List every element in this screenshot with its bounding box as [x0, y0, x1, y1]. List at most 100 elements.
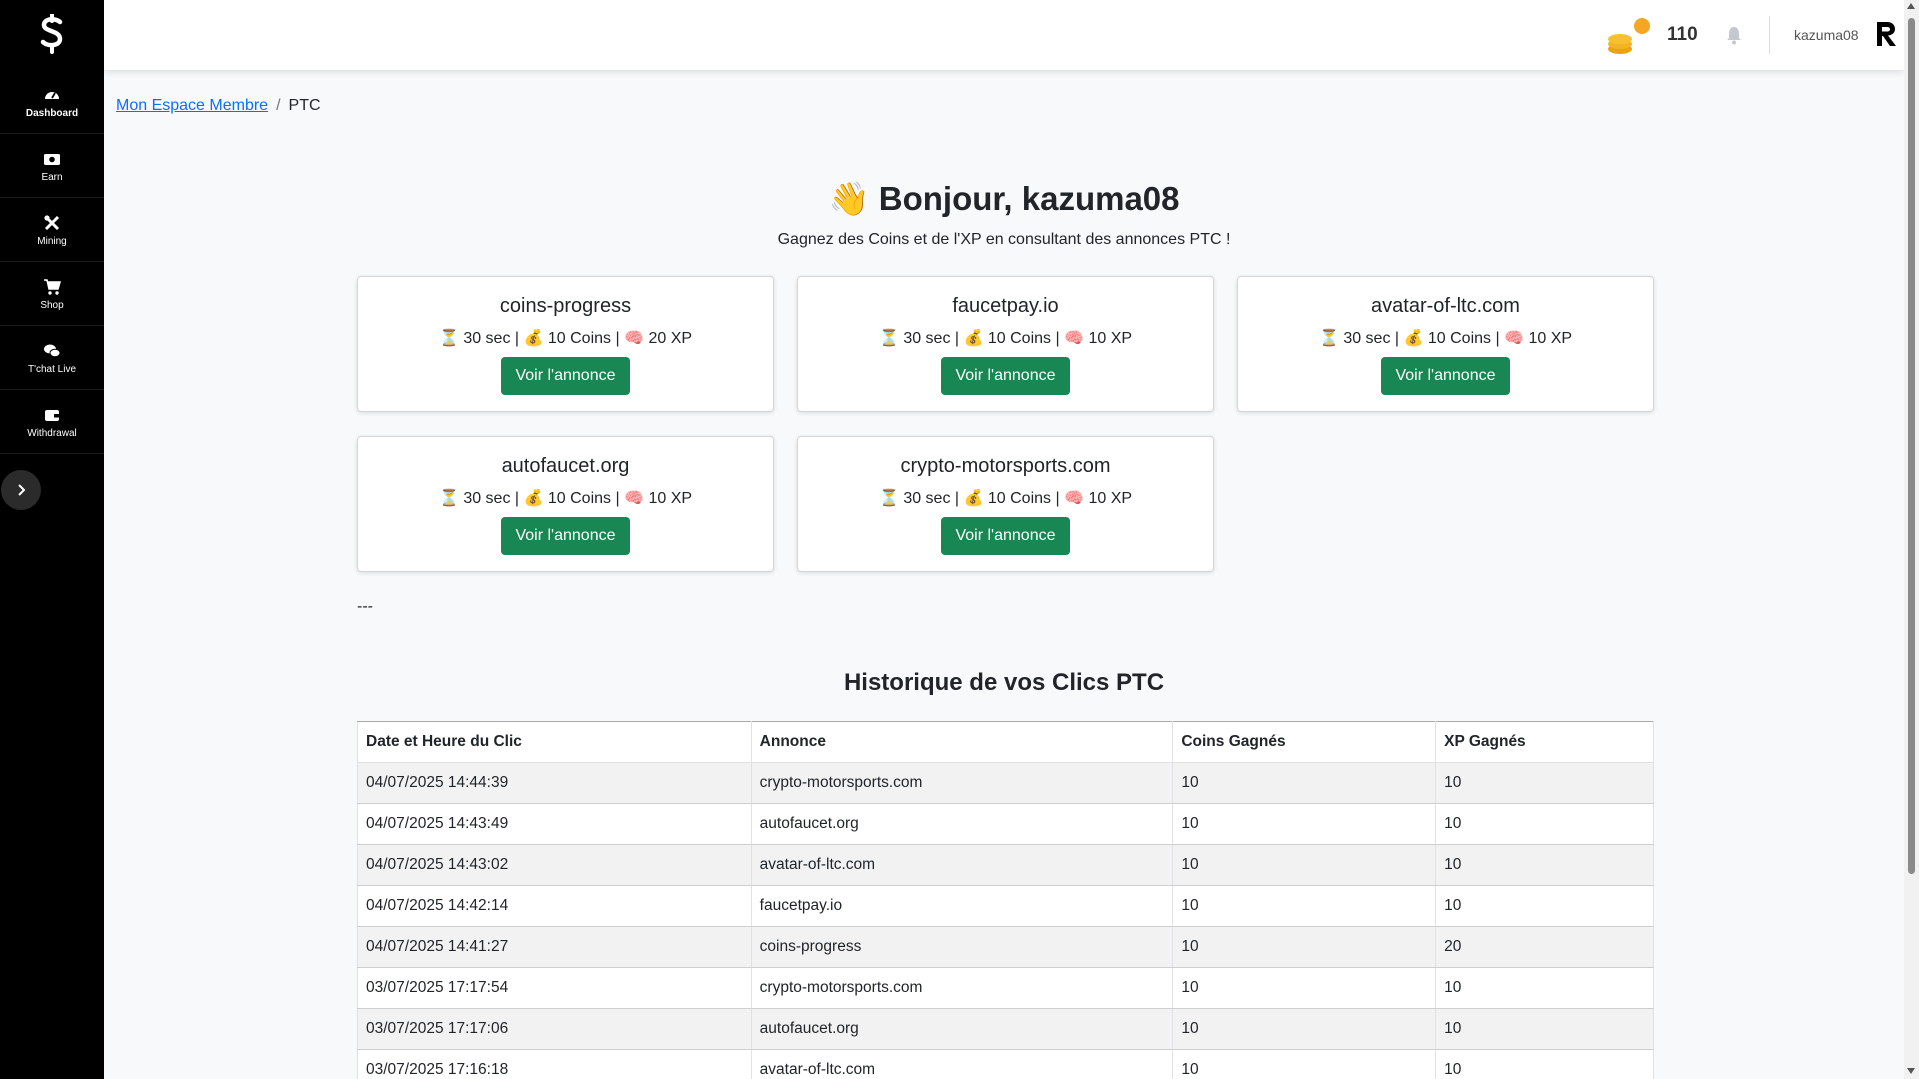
hourglass-icon: ⏳: [1318, 330, 1339, 347]
ad-title: avatar-of-ltc.com: [1371, 295, 1520, 317]
table-cell: 04/07/2025 14:42:14: [357, 885, 752, 927]
table-cell: 10: [1435, 762, 1654, 804]
table-row: 04/07/2025 14:43:49 autofaucet.org 10 10: [357, 803, 1654, 845]
ad-coins: 10 Coins: [547, 330, 612, 347]
column-header: Date et Heure du Clic: [357, 721, 752, 763]
table-cell: 10: [1172, 762, 1437, 804]
scrollbar-thumb[interactable]: [1908, 18, 1915, 874]
breadcrumb: Mon Espace Membre / PTC: [116, 97, 321, 115]
table-cell: 10: [1172, 885, 1437, 927]
r-logo-icon: [1877, 22, 1896, 46]
table-cell: 10: [1435, 885, 1654, 927]
table-cell: autofaucet.org: [750, 1008, 1174, 1050]
table-row: 04/07/2025 14:42:14 faucetpay.io 10 10: [357, 885, 1654, 927]
table-cell: autofaucet.org: [750, 803, 1174, 845]
page-scrollbar[interactable]: [1904, 0, 1919, 1079]
table-row: 03/07/2025 17:17:54 crypto-motorsports.c…: [357, 967, 1654, 1009]
brain-icon: 🧠: [624, 490, 644, 507]
hourglass-icon: ⏳: [878, 490, 899, 507]
ad-xp: 10 XP: [1088, 330, 1133, 347]
ad-meta: ⏳ 30 sec | 💰 10 Coins | 🧠 10 XP: [438, 490, 693, 507]
ad-meta: ⏳ 30 sec | 💰 10 Coins | 🧠 10 XP: [1318, 330, 1573, 347]
ad-meta: ⏳ 30 sec | 💰 10 Coins | 🧠 20 XP: [438, 330, 693, 347]
sidebar-expand-button[interactable]: [1, 470, 41, 510]
table-cell: 20: [1435, 926, 1654, 968]
page-subtitle: Gagnez des Coins et de l'XP en consultan…: [777, 231, 1231, 248]
table-cell: 04/07/2025 14:41:27: [357, 926, 752, 968]
table-header-row: Date et Heure du Clic Annonce Coins Gagn…: [357, 721, 1654, 763]
ad-time: 30 sec: [1343, 330, 1391, 347]
ad-meta: ⏳ 30 sec | 💰 10 Coins | 🧠 10 XP: [878, 330, 1133, 347]
ad-title: crypto-motorsports.com: [900, 455, 1111, 477]
column-header: XP Gagnés: [1435, 721, 1654, 763]
topbar-divider: [1769, 16, 1770, 54]
table-row: 03/07/2025 17:16:18 avatar-of-ltc.com 10…: [357, 1049, 1654, 1079]
hourglass-icon: ⏳: [438, 330, 459, 347]
view-ad-button[interactable]: Voir l'annonce: [1381, 357, 1510, 395]
sidebar-item-withdrawal[interactable]: Withdrawal: [0, 392, 104, 454]
view-ad-button[interactable]: Voir l'annonce: [501, 517, 630, 555]
sidebar-item-earn[interactable]: Earn: [0, 136, 104, 198]
table-cell: 04/07/2025 14:43:49: [357, 803, 752, 845]
money-bag-icon: 💰: [963, 330, 984, 347]
ad-coins: 10 Coins: [987, 330, 1052, 347]
scroll-down-arrow-icon[interactable]: [1907, 1068, 1915, 1074]
sidebar-item-label: Withdrawal: [27, 428, 77, 439]
history-table: Date et Heure du Clic Annonce Coins Gagn…: [357, 721, 1654, 1079]
bell-icon[interactable]: [1725, 25, 1743, 45]
table-cell: faucetpay.io: [750, 885, 1174, 927]
table-cell: 03/07/2025 17:16:18: [357, 1049, 752, 1079]
sidebar-item-shop[interactable]: Shop: [0, 264, 104, 326]
table-cell: 04/07/2025 14:43:02: [357, 844, 752, 886]
brain-icon: 🧠: [624, 330, 644, 347]
ad-time: 30 sec: [463, 490, 511, 507]
money-icon: [44, 154, 60, 165]
ad-time: 30 sec: [463, 330, 511, 347]
dollar-logo-icon[interactable]: [0, 12, 104, 56]
scroll-up-arrow-icon[interactable]: [1907, 3, 1915, 9]
brain-icon: 🧠: [1504, 330, 1524, 347]
sidebar-item-label: Earn: [41, 172, 63, 183]
money-bag-icon: 💰: [1403, 330, 1424, 347]
ad-card: coins-progress ⏳ 30 sec | 💰 10 Coins | 🧠…: [357, 276, 774, 412]
ad-xp: 10 XP: [1528, 330, 1573, 347]
table-cell: 10: [1435, 1008, 1654, 1050]
sidebar-item-label: Dashboard: [25, 108, 79, 119]
ad-card: avatar-of-ltc.com ⏳ 30 sec | 💰 10 Coins …: [1237, 276, 1654, 412]
coins-icon: [1608, 18, 1650, 54]
ad-coins: 10 Coins: [1427, 330, 1492, 347]
history-title: Historique de vos Clics PTC: [843, 669, 1165, 696]
coin-balance: 110: [1667, 24, 1698, 45]
ad-card: faucetpay.io ⏳ 30 sec | 💰 10 Coins | 🧠 1…: [797, 276, 1214, 412]
sidebar-item-mining[interactable]: Mining: [0, 200, 104, 262]
brain-icon: 🧠: [1064, 330, 1084, 347]
user-menu[interactable]: kazuma08: [1794, 27, 1859, 43]
tools-icon: [44, 215, 60, 231]
table-cell: 10: [1172, 1008, 1437, 1050]
column-header: Annonce: [750, 721, 1174, 763]
ad-title: autofaucet.org: [501, 455, 630, 477]
breadcrumb-home-link[interactable]: Mon Espace Membre: [116, 97, 268, 115]
view-ad-button[interactable]: Voir l'annonce: [501, 357, 630, 395]
sidebar-item-dashboard[interactable]: Dashboard: [0, 72, 104, 134]
gauge-icon: [45, 92, 59, 99]
table-cell: 04/07/2025 14:44:39: [357, 762, 752, 804]
ad-xp: 10 XP: [648, 490, 693, 507]
money-bag-icon: 💰: [963, 490, 984, 507]
ad-time: 30 sec: [903, 330, 951, 347]
table-cell: 03/07/2025 17:17:06: [357, 1008, 752, 1050]
ad-card: crypto-motorsports.com ⏳ 30 sec | 💰 10 C…: [797, 436, 1214, 572]
sidebar-item-tchat-live[interactable]: T'chat Live: [0, 328, 104, 390]
sidebar-item-label: Mining: [37, 236, 67, 247]
breadcrumb-current: PTC: [288, 97, 321, 114]
view-ad-button[interactable]: Voir l'annonce: [941, 517, 1070, 555]
column-header: Coins Gagnés: [1172, 721, 1437, 763]
money-bag-icon: 💰: [523, 490, 544, 507]
table-cell: 10: [1172, 1049, 1437, 1079]
ad-meta: ⏳ 30 sec | 💰 10 Coins | 🧠 10 XP: [878, 490, 1133, 507]
wallet-icon: [45, 410, 59, 421]
view-ad-button[interactable]: Voir l'annonce: [941, 357, 1070, 395]
greeting-username: kazuma08: [1021, 180, 1180, 217]
cart-icon: [44, 279, 61, 295]
sidebar: Dashboard Earn Mining Shop T'chat Live W…: [0, 0, 104, 1079]
